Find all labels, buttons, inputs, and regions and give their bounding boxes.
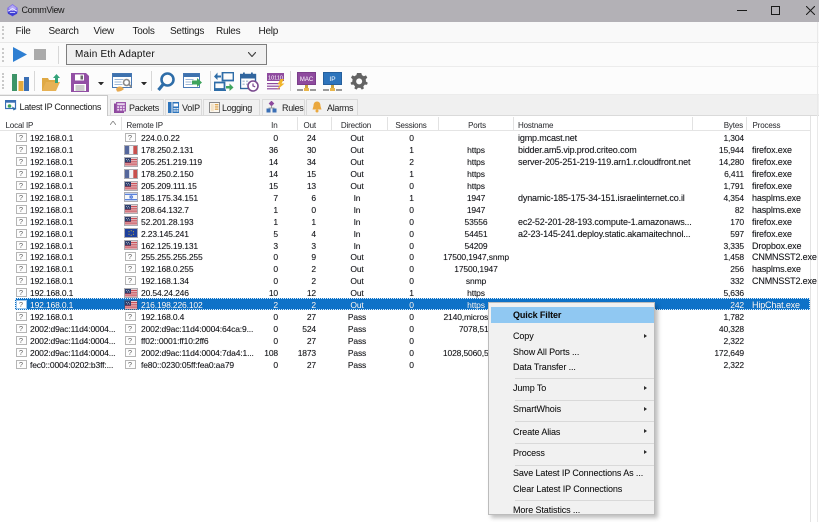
svg-text:IP: IP bbox=[329, 76, 335, 83]
svg-text:MAC: MAC bbox=[300, 77, 314, 83]
